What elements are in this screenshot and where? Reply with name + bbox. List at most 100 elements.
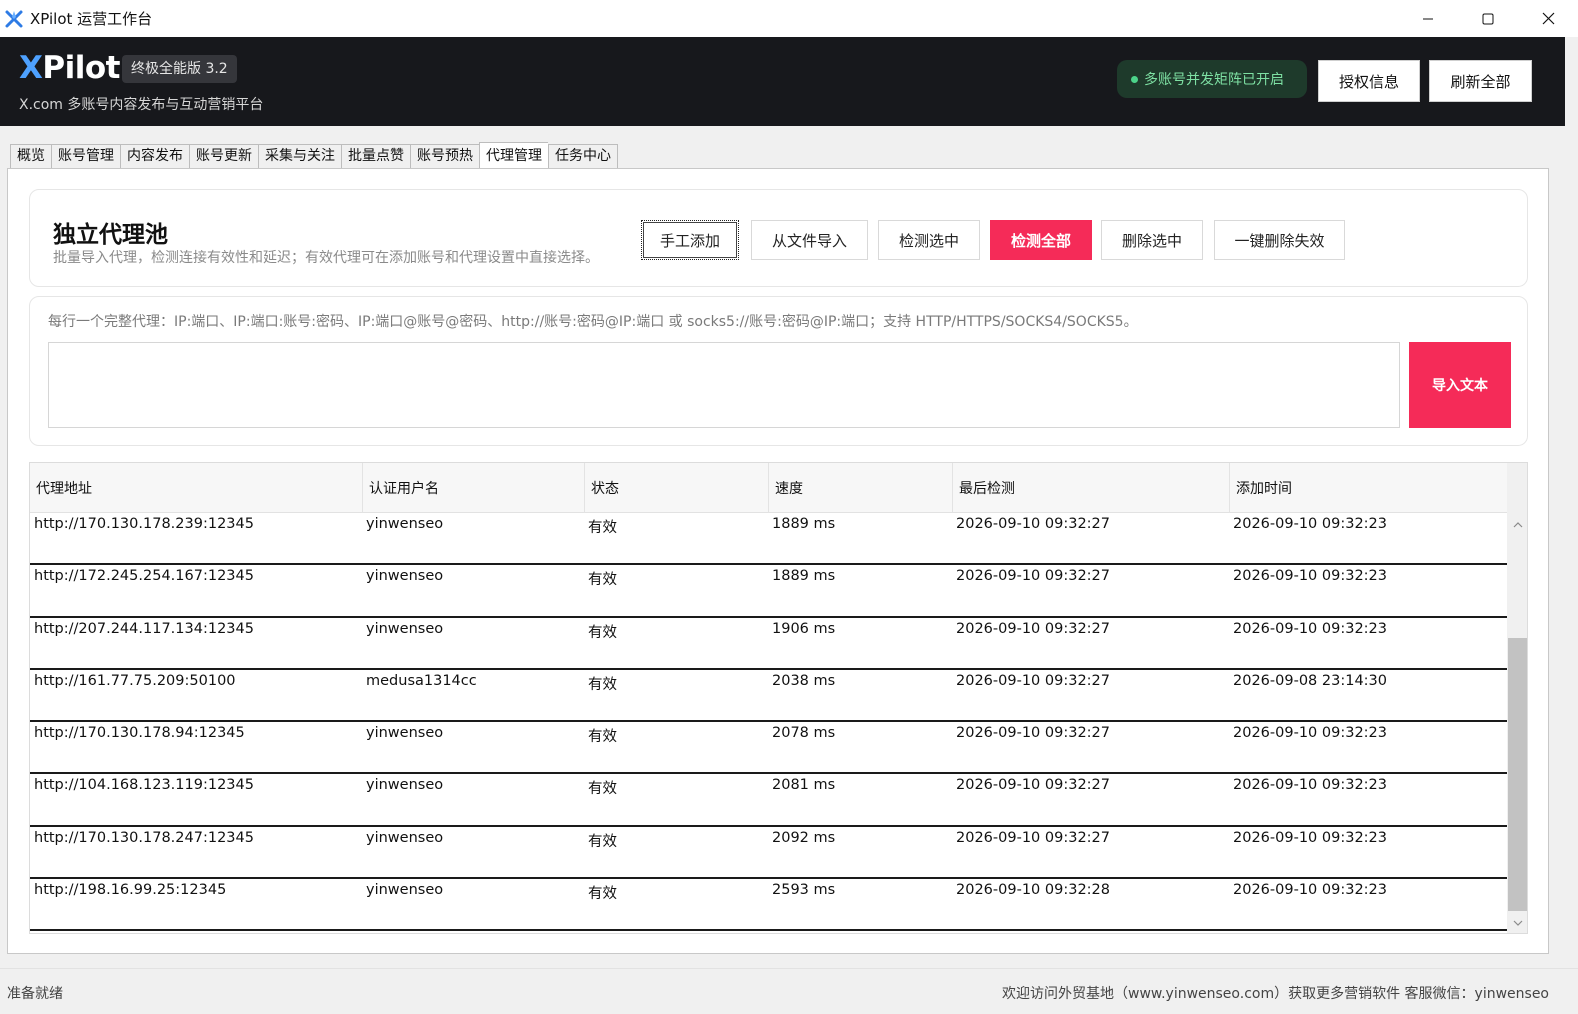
cell-speed: 2038 ms — [772, 672, 836, 689]
cell-last-check: 2026-09-10 09:32:27 — [956, 516, 1110, 532]
column-header-speed[interactable]: 速度 — [769, 463, 953, 513]
cell-speed: 2092 ms — [772, 829, 836, 846]
window-controls — [1398, 0, 1578, 37]
close-button[interactable] — [1518, 0, 1578, 37]
tab-proxy-management[interactable]: 代理管理 — [479, 142, 548, 169]
chevron-up-icon — [1513, 522, 1522, 528]
cell-proxy-address: http://104.168.123.119:12345 — [34, 777, 254, 794]
table-row[interactable]: http://198.16.99.25:12345 yinwenseo 有效 2… — [30, 879, 1507, 932]
manual-add-button[interactable]: 手工添加 — [641, 220, 739, 260]
column-header-added-time[interactable]: 添加时间 — [1230, 463, 1507, 513]
cell-speed: 1889 ms — [772, 568, 836, 585]
table-row[interactable]: http://161.77.75.209:50100 medusa1314cc … — [30, 670, 1507, 723]
table-row[interactable]: http://170.130.178.94:12345 yinwenseo 有效… — [30, 722, 1507, 775]
status-pill-label: 多账号并发矩阵已开启 — [1144, 72, 1284, 88]
cell-last-check: 2026-09-10 09:32:27 — [956, 725, 1110, 742]
proxy-text-input[interactable] — [48, 342, 1400, 428]
import-file-button[interactable]: 从文件导入 — [751, 220, 868, 260]
cell-status: 有效 — [588, 572, 617, 589]
cell-status: 有效 — [588, 676, 617, 693]
cell-proxy-address: http://170.130.178.94:12345 — [34, 725, 245, 742]
section-title: 独立代理池 — [53, 222, 168, 248]
cell-added-time: 2026-09-10 09:32:23 — [1233, 516, 1387, 532]
tab-accounts[interactable]: 账号管理 — [51, 144, 120, 169]
cell-status: 有效 — [588, 520, 617, 536]
cell-added-time: 2026-09-10 09:32:23 — [1233, 829, 1387, 846]
app-subtitle: X.com 多账号内容发布与互动营销平台 — [19, 97, 264, 113]
version-badge: 终极全能版 3.2 — [122, 55, 237, 83]
cell-added-time: 2026-09-10 09:32:23 — [1233, 725, 1387, 742]
table-row[interactable]: http://104.168.123.119:12345 yinwenseo 有… — [30, 774, 1507, 827]
tab-collect-follow[interactable]: 采集与关注 — [258, 144, 341, 169]
table-scrollbar[interactable] — [1507, 463, 1527, 933]
cell-last-check: 2026-09-10 09:32:27 — [956, 620, 1110, 637]
check-all-button[interactable]: 检测全部 — [990, 220, 1092, 260]
table-row[interactable]: http://172.245.254.167:12345 yinwenseo 有… — [30, 565, 1507, 618]
table-row[interactable]: http://170.130.178.239:12345 yinwenseo 有… — [30, 513, 1507, 566]
column-header-status[interactable]: 状态 — [585, 463, 769, 513]
maximize-button[interactable] — [1458, 0, 1518, 37]
status-dot-icon — [1131, 75, 1138, 83]
check-selected-button[interactable]: 检测选中 — [878, 220, 980, 260]
proxy-table: 代理地址 认证用户名 状态 速度 最后检测 添加时间 http://170.13… — [29, 462, 1528, 934]
cell-status: 有效 — [588, 833, 617, 850]
table-body: http://170.130.178.239:12345 yinwenseo 有… — [30, 513, 1507, 932]
delete-invalid-button[interactable]: 一键删除失效 — [1214, 220, 1345, 260]
scroll-down-button[interactable] — [1507, 913, 1527, 933]
cell-added-time: 2026-09-10 09:32:23 — [1233, 568, 1387, 585]
refresh-all-button[interactable]: 刷新全部 — [1429, 60, 1532, 102]
concurrency-status-badge: 多账号并发矩阵已开启 — [1117, 60, 1307, 98]
close-icon — [1542, 12, 1554, 25]
window-title: XPilot 运营工作台 — [30, 10, 153, 28]
cell-added-time: 2026-09-08 23:14:30 — [1233, 672, 1387, 689]
cell-proxy-address: http://207.244.117.134:12345 — [34, 620, 254, 637]
scroll-up-button[interactable] — [1507, 515, 1527, 535]
logo-x: X — [19, 50, 43, 86]
cell-proxy-address: http://170.130.178.239:12345 — [34, 516, 254, 532]
column-header-auth-username[interactable]: 认证用户名 — [363, 463, 585, 513]
table-row[interactable]: http://170.130.178.247:12345 yinwenseo 有… — [30, 827, 1507, 880]
minimize-button[interactable] — [1398, 0, 1458, 37]
tab-overview[interactable]: 概览 — [10, 144, 51, 169]
status-bar: 准备就绪 欢迎访问外贸基地（www.yinwenseo.com）获取更多营销软件… — [0, 968, 1578, 1014]
cell-auth-username: yinwenseo — [366, 516, 444, 532]
tab-batch-like[interactable]: 批量点赞 — [341, 144, 410, 169]
cell-status: 有效 — [588, 781, 617, 798]
tab-warmup[interactable]: 账号预热 — [410, 144, 479, 169]
proxy-pool-card: 独立代理池 批量导入代理，检测连接有效性和延迟；有效代理可在添加账号和代理设置中… — [29, 189, 1528, 287]
cell-auth-username: medusa1314cc — [366, 672, 477, 689]
window-titlebar: XPilot 运营工作台 — [0, 0, 1578, 37]
cell-status: 有效 — [588, 886, 617, 903]
cell-auth-username: yinwenseo — [366, 829, 444, 846]
proxy-import-card: 每行一个完整代理：IP:端口、IP:端口:账号:密码、IP:端口@账号@密码、h… — [29, 296, 1528, 446]
column-header-proxy-address[interactable]: 代理地址 — [30, 463, 363, 513]
maximize-icon — [1482, 13, 1494, 24]
license-info-button[interactable]: 授权信息 — [1318, 60, 1420, 102]
scroll-thumb[interactable] — [1508, 638, 1527, 911]
cell-speed: 1889 ms — [772, 516, 836, 532]
column-header-last-check[interactable]: 最后检测 — [953, 463, 1230, 513]
cell-added-time: 2026-09-10 09:32:23 — [1233, 620, 1387, 637]
cell-auth-username: yinwenseo — [366, 777, 444, 794]
cell-speed: 2078 ms — [772, 725, 836, 742]
tab-publish[interactable]: 内容发布 — [120, 144, 189, 169]
tab-task-center[interactable]: 任务中心 — [548, 144, 618, 169]
table-header: 代理地址 认证用户名 状态 速度 最后检测 添加时间 — [30, 463, 1507, 513]
status-text: 准备就绪 — [7, 986, 63, 1002]
tab-account-update[interactable]: 账号更新 — [189, 144, 258, 169]
table-row[interactable]: http://207.244.117.134:12345 yinwenseo 有… — [30, 618, 1507, 670]
import-hint: 每行一个完整代理：IP:端口、IP:端口:账号:密码、IP:端口@账号@密码、h… — [48, 314, 1138, 330]
cell-auth-username: yinwenseo — [366, 620, 444, 637]
cell-status: 有效 — [588, 624, 617, 641]
cell-last-check: 2026-09-10 09:32:27 — [956, 568, 1110, 585]
xpilot-app-icon — [5, 10, 23, 27]
delete-selected-button[interactable]: 删除选中 — [1101, 220, 1203, 260]
cell-last-check: 2026-09-10 09:32:27 — [956, 672, 1110, 689]
cell-speed: 2081 ms — [772, 777, 836, 794]
cell-auth-username: yinwenseo — [366, 882, 444, 899]
cell-speed: 1906 ms — [772, 620, 836, 637]
proxy-panel: 独立代理池 批量导入代理，检测连接有效性和延迟；有效代理可在添加账号和代理设置中… — [7, 168, 1549, 954]
import-text-button[interactable]: 导入文本 — [1409, 342, 1511, 428]
cell-added-time: 2026-09-10 09:32:23 — [1233, 882, 1387, 899]
main-tabs: 概览 账号管理 内容发布 账号更新 采集与关注 批量点赞 账号预热 代理管理 任… — [10, 142, 618, 169]
